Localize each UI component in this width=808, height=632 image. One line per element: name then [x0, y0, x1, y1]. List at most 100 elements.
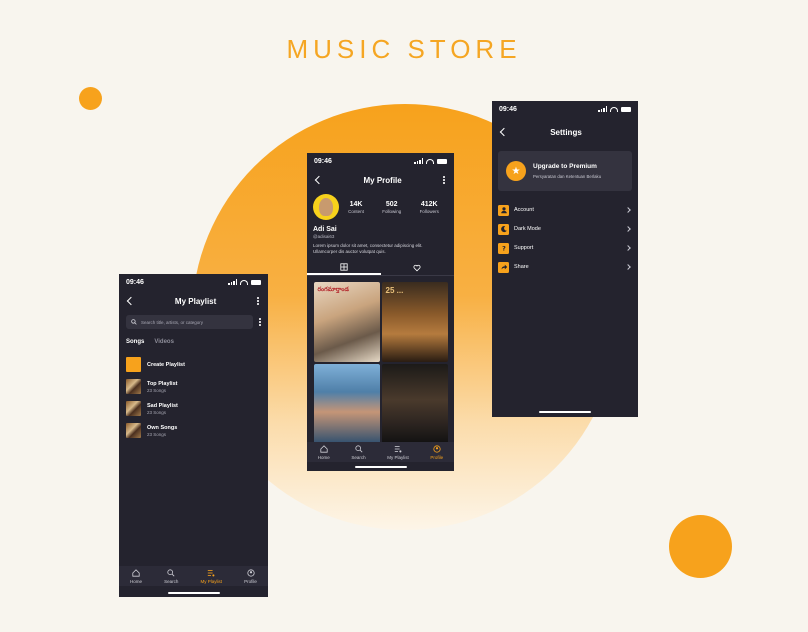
playlist-thumb	[126, 379, 141, 394]
back-icon[interactable]	[499, 127, 509, 137]
more-icon[interactable]	[257, 297, 259, 305]
playlist-name: Sad Playlist	[147, 402, 178, 409]
poster-card[interactable]: 25 ...	[381, 282, 448, 363]
premium-subtitle: Persyaratan dan Ketentuan Berlaku	[533, 174, 602, 179]
poster-card[interactable]	[313, 364, 380, 445]
playlist-thumb	[126, 401, 141, 416]
phone-profile: 09:46 My Profile 14K Content 502 Following…	[307, 153, 454, 471]
svg-text:?: ?	[502, 244, 506, 252]
screen-title: My Profile	[363, 175, 402, 185]
list-item[interactable]: Sad Playlist 23 Songs	[126, 401, 261, 416]
tab-search[interactable]: Search	[164, 568, 178, 584]
segment-songs[interactable]: Songs	[126, 339, 144, 345]
signal-icon	[228, 279, 237, 285]
decor-dot-small	[79, 87, 102, 110]
playlist-thumb	[126, 423, 141, 438]
wifi-icon	[240, 279, 248, 285]
chevron-right-icon	[625, 226, 631, 232]
star-icon: ★	[506, 161, 526, 181]
status-time: 09:46	[126, 278, 144, 286]
playlist-name: Top Playlist	[147, 380, 178, 387]
premium-title: Upgrade to Premium	[533, 163, 597, 170]
screen-title: My Playlist	[174, 296, 217, 306]
search-input[interactable]: Search title, artists, or category	[126, 315, 254, 329]
list-item[interactable]: Top Playlist 23 Songs	[126, 379, 261, 394]
playlist-count: 23 Songs	[147, 409, 167, 415]
nav-bar: Settings	[492, 121, 638, 143]
user-icon	[498, 204, 509, 216]
home-indicator	[539, 410, 591, 413]
search-icon	[131, 319, 137, 325]
battery-icon	[437, 158, 447, 164]
stat-followers[interactable]: 412K Followers	[420, 201, 439, 214]
tab-favorites[interactable]	[381, 260, 455, 275]
profile-name: Adi Sai	[313, 226, 337, 233]
phone-settings: 09:46 Settings ★ Upgrade to Premium Pers…	[492, 101, 638, 417]
heart-icon	[413, 264, 421, 271]
home-icon	[320, 444, 328, 453]
back-icon[interactable]	[314, 175, 324, 185]
settings-item-dark-mode[interactable]: Dark Mode	[498, 223, 632, 235]
playlist-count: 23 Songs	[147, 431, 167, 437]
home-icon	[132, 568, 140, 577]
signal-icon	[414, 158, 423, 164]
segment-control: Songs Videos	[119, 339, 268, 345]
search-placeholder: Search title, artists, or category	[141, 319, 204, 325]
search-icon	[167, 568, 175, 576]
stat-following[interactable]: 502 Following	[382, 201, 401, 214]
status-time: 09:46	[499, 105, 517, 113]
more-icon[interactable]	[443, 176, 445, 184]
share-icon	[498, 261, 509, 273]
profile-handle: @adisai63	[313, 234, 335, 239]
segment-videos[interactable]: Videos	[154, 339, 174, 345]
search-icon	[354, 444, 363, 452]
playlist-name: Own Songs	[147, 424, 178, 431]
chevron-right-icon	[625, 245, 631, 251]
home-indicator	[354, 465, 407, 468]
avatar[interactable]	[313, 194, 339, 220]
question-icon: ?	[498, 242, 509, 254]
playlist-icon	[208, 569, 215, 576]
create-playlist-thumb	[126, 357, 141, 372]
status-bar: 09:46	[492, 101, 638, 117]
profile-bio: Lorem ipsum dolor sit amet, consectetur …	[313, 243, 423, 255]
stat-content[interactable]: 14K Content	[348, 201, 364, 214]
poster-grid: రంగమార్తాండ 25 ...	[307, 282, 454, 445]
nav-bar: My Profile	[307, 169, 454, 191]
tab-home[interactable]: Home	[130, 568, 142, 584]
phone-playlist: 09:46 My Playlist Search title, artists,…	[119, 274, 268, 597]
moon-icon	[498, 223, 509, 235]
filter-more-icon[interactable]	[259, 318, 261, 326]
home-indicator	[167, 591, 220, 594]
tab-my-playlist[interactable]: My Playlist	[201, 569, 222, 584]
tab-grid[interactable]	[307, 260, 381, 276]
chevron-right-icon	[625, 207, 631, 213]
status-bar: 09:46	[307, 153, 454, 169]
playlist-count: 23 Songs	[147, 387, 167, 393]
tab-home[interactable]: Home	[318, 444, 330, 460]
create-playlist-item[interactable]: Create Playlist	[126, 357, 261, 372]
signal-icon	[598, 106, 607, 112]
tab-search[interactable]: Search	[351, 444, 366, 460]
poster-card[interactable]	[381, 364, 448, 445]
page-title: MUSIC STORE	[286, 34, 522, 64]
wifi-icon	[426, 158, 434, 164]
upgrade-premium-card[interactable]: ★ Upgrade to Premium Persyaratan dan Ket…	[498, 151, 632, 191]
settings-item-support[interactable]: ? Support	[498, 242, 632, 254]
settings-item-share[interactable]: Share	[498, 261, 632, 273]
back-icon[interactable]	[126, 296, 136, 306]
profile-stats: 14K Content 502 Following 412K Followers	[339, 201, 448, 214]
create-playlist-label: Create Playlist	[147, 361, 185, 368]
tab-my-playlist[interactable]: My Playlist	[387, 445, 409, 460]
settings-list: Account Dark Mode ? Support Share	[492, 204, 638, 273]
screen-title: Settings	[550, 127, 582, 137]
list-item[interactable]: Own Songs 23 Songs	[126, 423, 261, 438]
settings-item-account[interactable]: Account	[498, 204, 632, 216]
tab-profile[interactable]: Profile	[430, 444, 443, 460]
playlist-list: Create Playlist Top Playlist 23 Songs Sad…	[119, 357, 268, 438]
decor-dot-large	[669, 515, 732, 578]
poster-card[interactable]: రంగమార్తాండ	[313, 282, 380, 363]
grid-icon	[340, 263, 348, 271]
tab-profile[interactable]: Profile	[244, 568, 257, 584]
wifi-icon	[610, 106, 618, 112]
